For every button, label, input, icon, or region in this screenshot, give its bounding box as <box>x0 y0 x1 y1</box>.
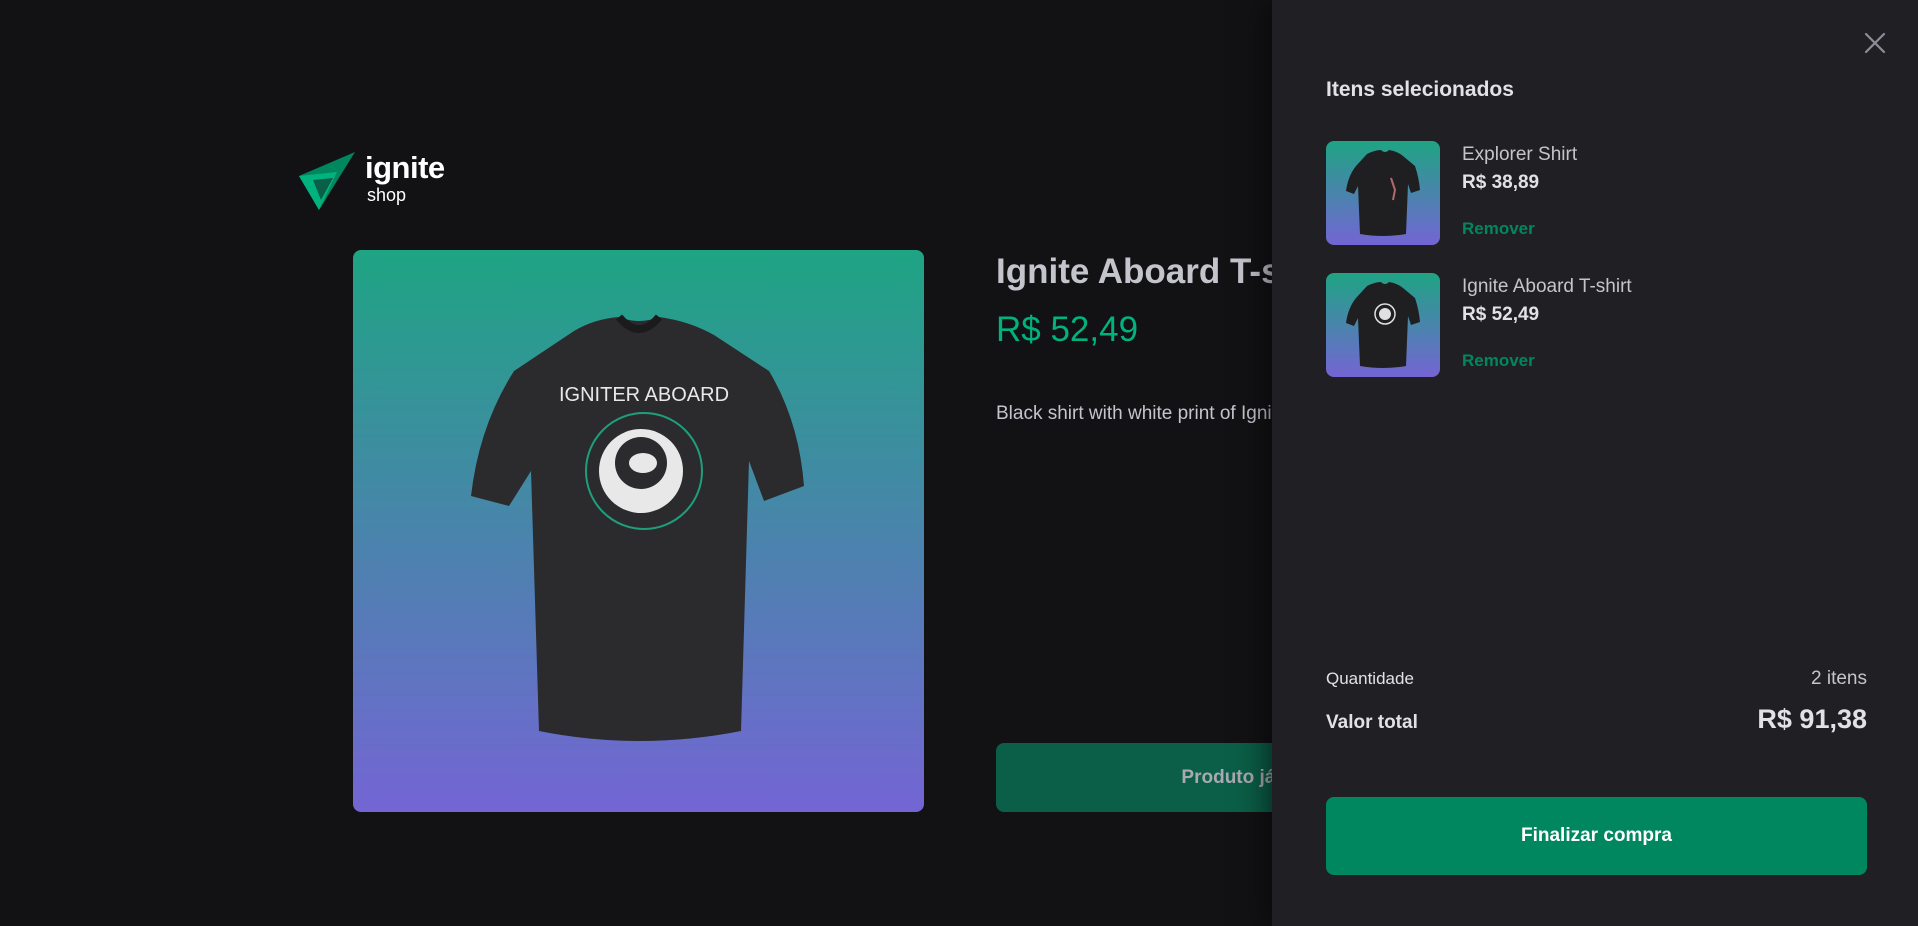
cart-item-name: Explorer Shirt <box>1462 144 1578 165</box>
cart-item-price: R$ 52,49 <box>1462 304 1540 325</box>
tshirt-icon: IGNITER ABOARD <box>470 314 804 741</box>
cart-summary: Quantidade 2 itens Valor total R$ 91,38 <box>1326 668 1867 735</box>
total-row: Valor total R$ 91,38 <box>1326 704 1867 735</box>
cart-item-price: R$ 38,89 <box>1462 172 1540 193</box>
tshirt-icon <box>1346 150 1420 236</box>
svg-text:IGNITER ABOARD: IGNITER ABOARD <box>558 384 728 406</box>
cart-item-name: Ignite Aboard T-shirt <box>1462 276 1632 297</box>
checkout-button[interactable]: Finalizar compra <box>1326 797 1867 875</box>
quantity-value: 2 itens <box>1811 668 1867 689</box>
cart-panel: Itens selecionados Explorer Shirt R$ 38,… <box>1272 0 1918 926</box>
ignite-logo-icon <box>299 152 355 210</box>
remove-item-button[interactable]: Remover <box>1462 219 1577 239</box>
close-button[interactable] <box>1862 30 1888 56</box>
logo-subtitle: shop <box>367 185 407 205</box>
cart-item: Ignite Aboard T-shirt R$ 52,49 Remover <box>1326 273 1866 377</box>
logo[interactable]: ignite shop <box>295 150 445 212</box>
logo-title: ignite <box>365 150 445 185</box>
tshirt-icon <box>1346 282 1420 368</box>
quantity-label: Quantidade <box>1326 669 1414 688</box>
product-image: IGNITER ABOARD <box>353 250 924 812</box>
cart-item: Explorer Shirt R$ 38,89 Remover <box>1326 141 1866 245</box>
total-label: Valor total <box>1326 712 1418 733</box>
cart-title: Itens selecionados <box>1326 78 1514 101</box>
total-value: R$ 91,38 <box>1757 704 1867 734</box>
remove-item-button[interactable]: Remover <box>1462 351 1632 371</box>
quantity-row: Quantidade 2 itens <box>1326 668 1867 690</box>
cart-items-list: Explorer Shirt R$ 38,89 Remover Ignite A… <box>1326 141 1866 405</box>
cart-item-thumbnail <box>1326 273 1440 377</box>
close-icon <box>1864 32 1886 54</box>
cart-item-thumbnail <box>1326 141 1440 245</box>
